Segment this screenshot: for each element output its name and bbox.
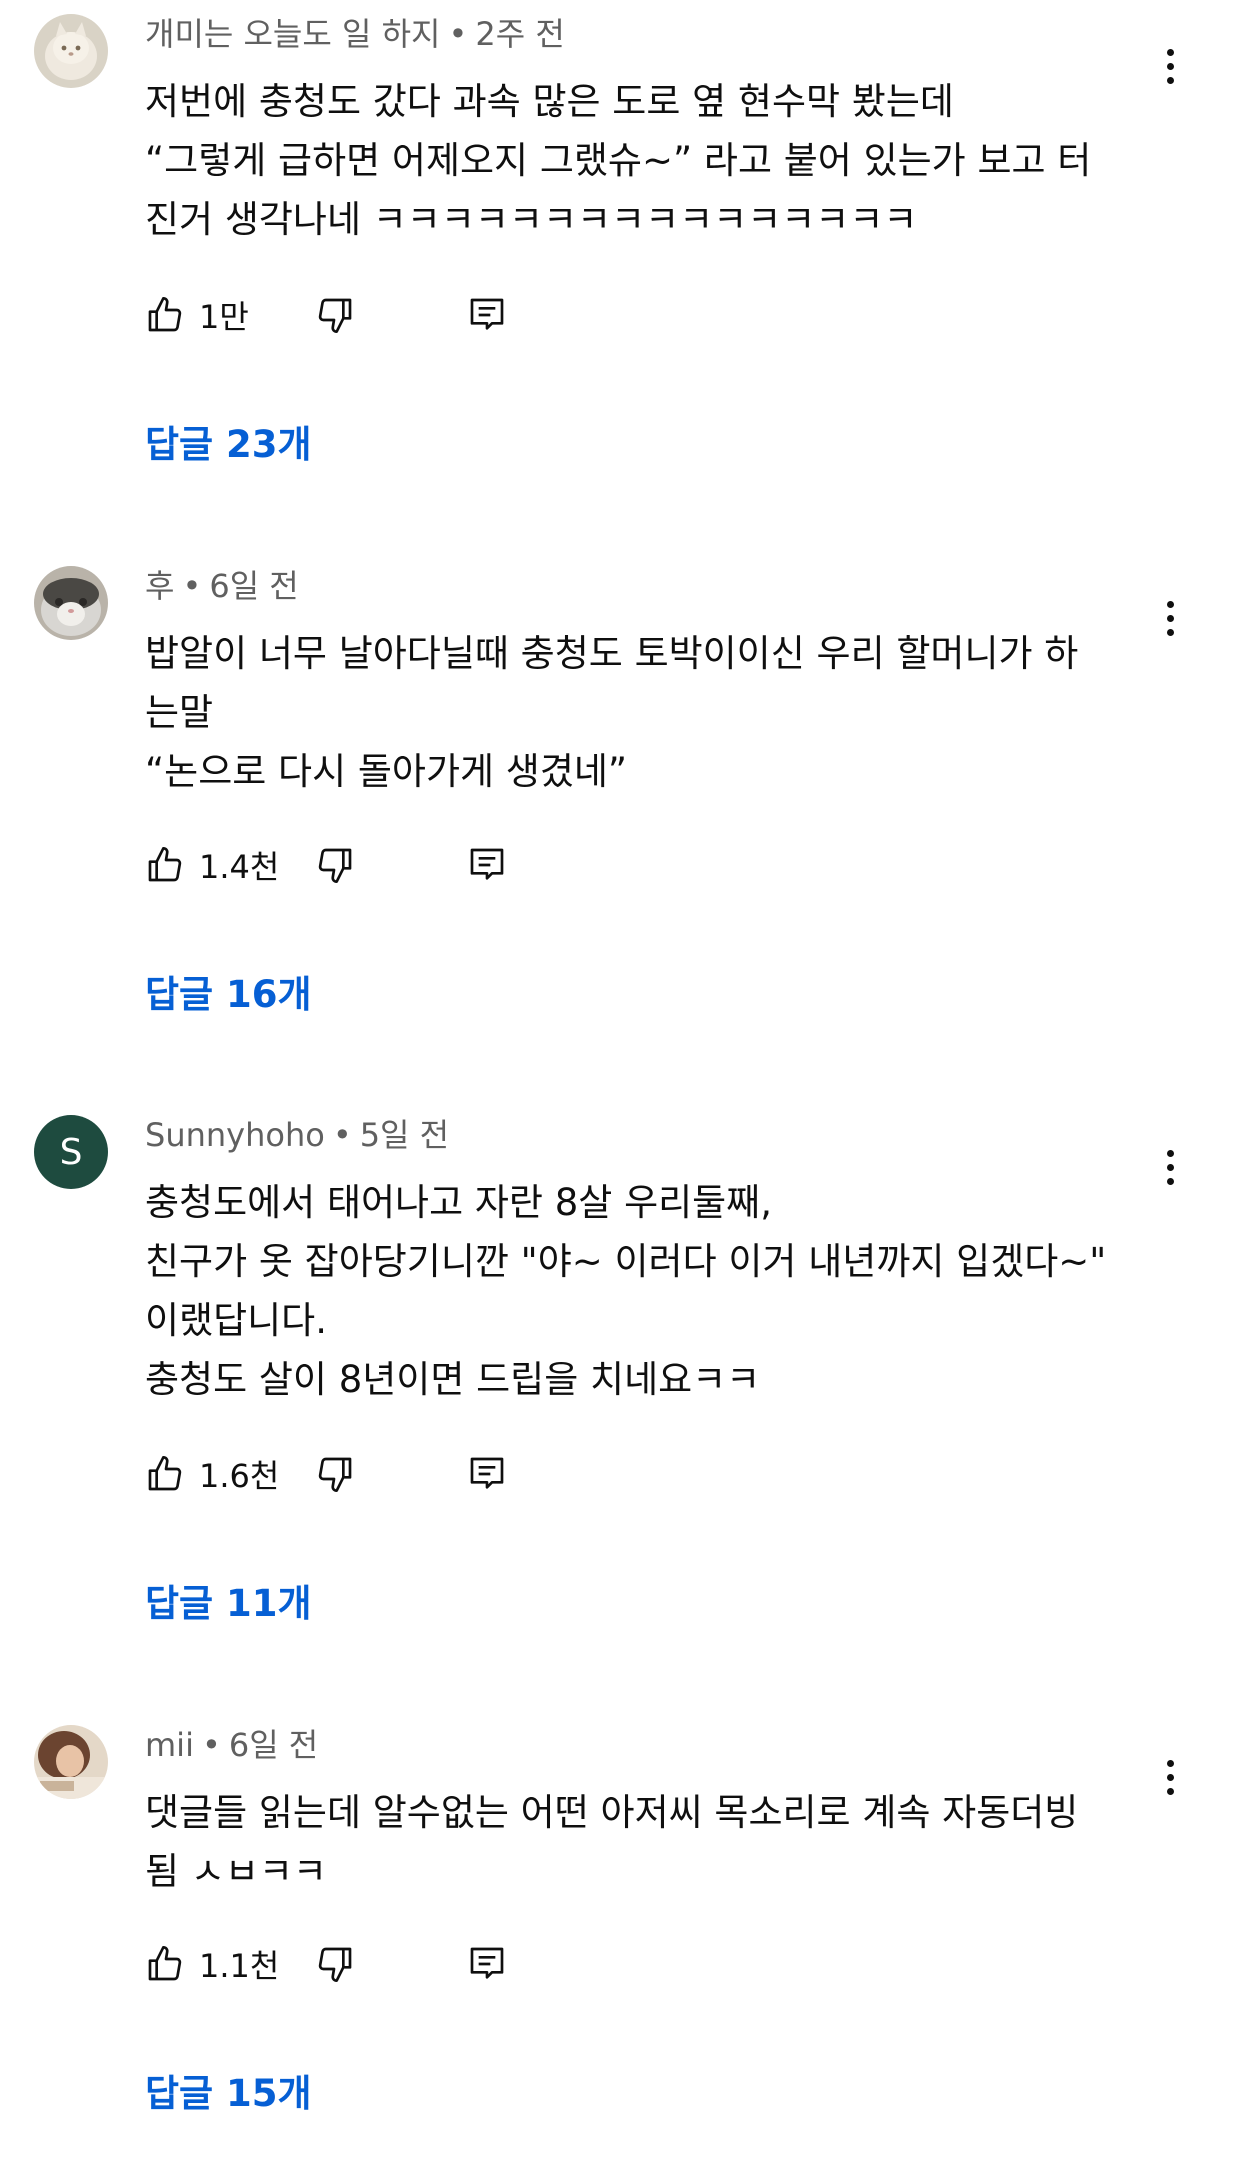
avatar[interactable] [34, 566, 108, 640]
comment-text: 충청도에서 태어나고 자란 8살 우리둘째, 친구가 옷 잡아당기니깐 "야~ … [145, 1173, 1145, 1409]
thumbs-up-icon [148, 1946, 182, 1981]
dislike-button[interactable] [315, 290, 355, 340]
thumbs-down-icon [318, 1947, 352, 1982]
reply-button[interactable] [467, 1449, 507, 1499]
thumbs-down-icon [318, 1457, 352, 1492]
thumbs-down-icon [318, 848, 352, 883]
view-replies-button[interactable]: 답글 16개 [145, 964, 312, 1018]
more-vertical-icon [1166, 1759, 1174, 1767]
separator-dot: • [448, 15, 468, 53]
like-count: 1.6천 [199, 1457, 280, 1495]
avatar-cat-image [34, 566, 108, 640]
comment-line: 이랬답니다. [145, 1299, 327, 1342]
avatar-letter: S [59, 1131, 83, 1173]
comment-text: 밥알이 너무 날아다닐때 충청도 토박이이신 우리 할머니가 하 는말 “논으로… [145, 624, 1145, 801]
reply-button[interactable] [467, 290, 507, 340]
more-options-button[interactable] [1150, 1137, 1190, 1197]
comment-line: 밥알이 너무 날아다닐때 충청도 토박이이신 우리 할머니가 하 [145, 632, 1079, 675]
comment-meta: 개미는 오늘도 일 하지 • 2주 전 [145, 14, 565, 54]
comment-actions: 1.4천 [145, 840, 645, 890]
dislike-button[interactable] [315, 1449, 355, 1499]
comment-actions: 1.1천 [145, 1939, 645, 1989]
comment-text: 댓글들 읽는데 알수없는 어떤 아저씨 목소리로 계속 자동더빙 됨 ㅅㅂㅋㅋ [145, 1783, 1145, 1901]
comment-meta: mii • 6일 전 [145, 1725, 318, 1765]
author-name[interactable]: 후 [145, 567, 174, 605]
dislike-button[interactable] [315, 840, 355, 890]
more-vertical-icon [1166, 1149, 1174, 1157]
comment-line: 저번에 충청도 갔다 과속 많은 도로 옆 현수막 봤는데 [145, 80, 954, 123]
comment-line: 는말 [145, 691, 214, 734]
author-name[interactable]: 개미는 오늘도 일 하지 [145, 15, 440, 53]
like-button[interactable]: 1만 [145, 290, 249, 340]
thumbs-up-icon [148, 297, 182, 332]
author-name[interactable]: mii [145, 1726, 194, 1764]
avatar-cat-image [34, 14, 108, 88]
avatar[interactable] [34, 14, 108, 88]
reply-button[interactable] [467, 1939, 507, 1989]
like-button[interactable]: 1.1천 [145, 1939, 279, 1989]
comment-line: 진거 생각나네 ㅋㅋㅋㅋㅋㅋㅋㅋㅋㅋㅋㅋㅋㅋㅋㅋ [145, 198, 918, 241]
more-options-button[interactable] [1150, 36, 1190, 96]
comment-line: 친구가 옷 잡아당기니깐 "야~ 이러다 이거 내년까지 입겠다~" [145, 1240, 1107, 1283]
separator-dot: • [201, 1726, 221, 1764]
view-replies-button[interactable]: 답글 23개 [145, 414, 312, 468]
comment-actions: 1.6천 [145, 1449, 645, 1499]
view-replies-button[interactable]: 답글 11개 [145, 1573, 312, 1627]
timestamp[interactable]: 6일 전 [229, 1726, 318, 1764]
comment-reply-icon [470, 848, 504, 880]
dislike-button[interactable] [315, 1939, 355, 1989]
comment-reply-icon [470, 1457, 504, 1489]
comment-line: 댓글들 읽는데 알수없는 어떤 아저씨 목소리로 계속 자동더빙 [145, 1791, 1079, 1834]
comment-reply-icon [470, 1947, 504, 1979]
comment-line: 됨 ㅅㅂㅋㅋ [145, 1850, 327, 1893]
comment-line: 충청도에서 태어나고 자란 8살 우리둘째, [145, 1181, 772, 1224]
more-options-button[interactable] [1150, 588, 1190, 648]
comment-text: 저번에 충청도 갔다 과속 많은 도로 옆 현수막 봤는데 “그렇게 급하면 어… [145, 72, 1145, 249]
thumbs-up-icon [148, 847, 182, 882]
avatar[interactable] [34, 1725, 108, 1799]
more-vertical-icon [1166, 600, 1174, 608]
comment-line: 충청도 살이 8년이면 드립을 치네요ㅋㅋ [145, 1358, 761, 1401]
comment-meta: Sunnyhoho • 5일 전 [145, 1115, 449, 1155]
separator-dot: • [182, 567, 202, 605]
comment-reply-icon [470, 298, 504, 330]
separator-dot: • [332, 1116, 352, 1154]
like-button[interactable]: 1.4천 [145, 840, 279, 890]
avatar-person-image [34, 1725, 108, 1799]
comment-line: “논으로 다시 돌아가게 생겼네” [145, 750, 628, 793]
thumbs-down-icon [318, 298, 352, 333]
like-button[interactable]: 1.6천 [145, 1449, 279, 1499]
like-count: 1.4천 [199, 848, 280, 886]
view-replies-button[interactable]: 답글 15개 [145, 2063, 312, 2117]
comment-meta: 후 • 6일 전 [145, 566, 299, 606]
avatar[interactable]: S [34, 1115, 108, 1189]
like-count: 1만 [199, 298, 249, 336]
author-name[interactable]: Sunnyhoho [145, 1116, 325, 1154]
comment-line: “그렇게 급하면 어제오지 그랬슈~” 라고 붙어 있는가 보고 터 [145, 139, 1092, 182]
reply-button[interactable] [467, 840, 507, 890]
more-vertical-icon [1166, 48, 1174, 56]
more-options-button[interactable] [1150, 1747, 1190, 1807]
timestamp[interactable]: 5일 전 [360, 1116, 449, 1154]
comment-actions: 1만 [145, 290, 645, 340]
like-count: 1.1천 [199, 1947, 280, 1985]
thumbs-up-icon [148, 1456, 182, 1491]
timestamp[interactable]: 2주 전 [475, 15, 564, 53]
timestamp[interactable]: 6일 전 [209, 567, 298, 605]
